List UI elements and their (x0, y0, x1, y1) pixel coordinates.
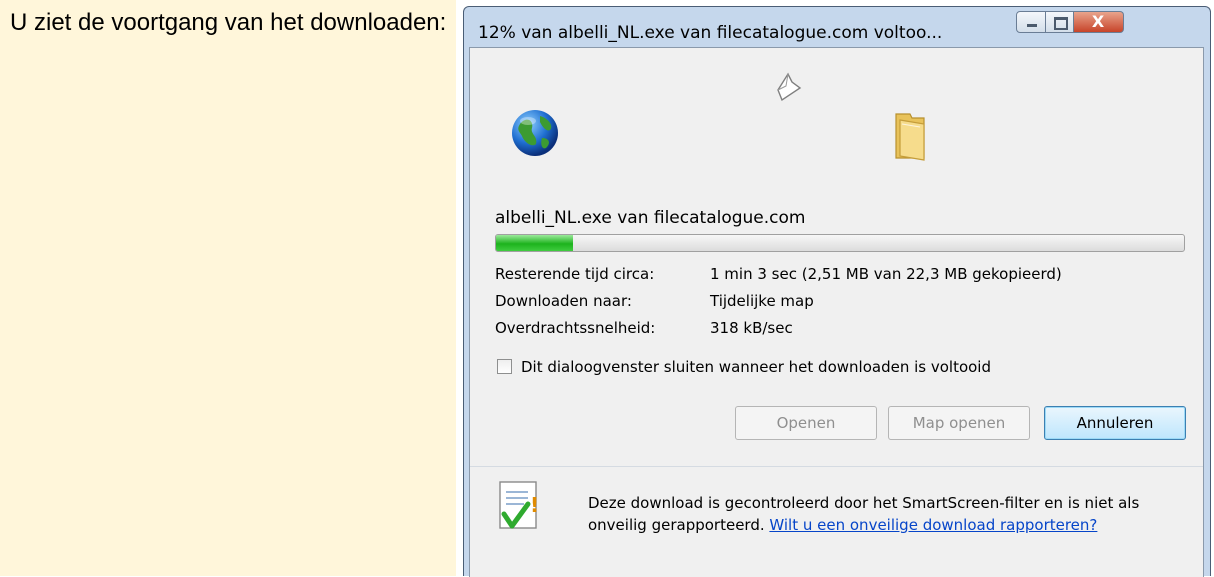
remaining-time-label: Resterende tijd circa: (495, 265, 655, 283)
open-button[interactable]: Openen (735, 406, 877, 440)
download-dialog: 12% van albelli_NL.exe van filecatalogue… (463, 6, 1211, 577)
destination-value: Tijdelijke map (710, 292, 814, 310)
instruction-panel: U ziet de voortgang van het downloaden: (0, 0, 456, 576)
smartscreen-notice: Deze download is gecontroleerd door het … (588, 492, 1188, 536)
close-when-done-checkbox[interactable] (497, 359, 512, 374)
remaining-time-value: 1 min 3 sec (2,51 MB van 22,3 MB gekopie… (710, 265, 1062, 283)
window-title: 12% van albelli_NL.exe van filecatalogue… (478, 23, 943, 43)
maximize-icon (1054, 17, 1068, 30)
maximize-button[interactable] (1046, 11, 1074, 33)
close-icon: X (1091, 12, 1105, 31)
destination-label: Downloaden naar: (495, 292, 632, 310)
close-button[interactable]: X (1074, 11, 1124, 33)
progress-fill (496, 235, 574, 251)
minimize-button[interactable] (1016, 11, 1046, 33)
transfer-speed-label: Overdrachtssnelheid: (495, 319, 656, 337)
cancel-button[interactable]: Annuleren (1044, 406, 1186, 440)
file-source-text: albelli_NL.exe van filecatalogue.com (495, 208, 806, 228)
smartscreen-shield-icon: ! (499, 481, 539, 529)
transfer-speed-value: 318 kB/sec (710, 319, 793, 337)
svg-text:!: ! (530, 493, 539, 517)
open-folder-button[interactable]: Map openen (888, 406, 1030, 440)
dialog-body: albelli_NL.exe van filecatalogue.com Res… (469, 47, 1204, 577)
globe-icon (512, 110, 558, 156)
paper-animation-icon (777, 72, 802, 102)
close-when-done-label[interactable]: Dit dialoogvenster sluiten wanneer het d… (521, 358, 991, 376)
divider (470, 466, 1203, 467)
instruction-text: U ziet de voortgang van het downloaden: (10, 9, 447, 36)
minimize-icon (1027, 24, 1037, 27)
report-unsafe-download-link[interactable]: Wilt u een onveilige download rapportere… (769, 516, 1097, 534)
folder-icon (895, 113, 925, 161)
download-progress-bar (495, 234, 1185, 252)
